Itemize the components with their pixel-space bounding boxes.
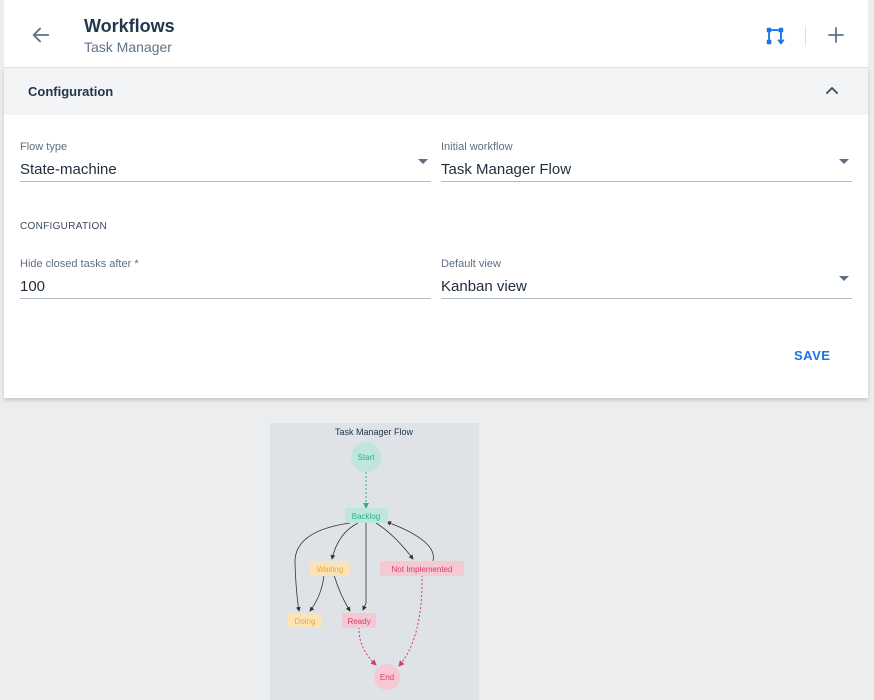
node-ready: Ready <box>342 613 376 628</box>
node-not-implemented-label: Not Implemented <box>392 565 453 574</box>
plus-icon[interactable] <box>826 25 846 45</box>
chevron-up-icon[interactable] <box>824 83 840 99</box>
edge-backlog-not-implemented <box>375 522 414 560</box>
flow-type-label: Flow type <box>20 141 68 153</box>
dropdown-arrow-icon <box>839 159 849 164</box>
edge-not-implemented-end <box>398 574 423 667</box>
dropdown-arrow-icon <box>839 276 849 281</box>
edge-backlog-waiting <box>330 522 359 560</box>
workflow-icon[interactable] <box>764 25 786 47</box>
node-doing: Doing <box>288 613 322 628</box>
hide-closed-tasks-label: Hide closed tasks after * <box>20 258 139 270</box>
node-backlog: Backlog <box>345 508 388 523</box>
node-backlog-label: Backlog <box>352 512 380 521</box>
configuration-panel-header[interactable]: Configuration <box>4 68 868 115</box>
node-doing-label: Doing <box>295 617 316 626</box>
node-waiting-label: Waiting <box>317 565 343 574</box>
flow-type-select[interactable]: Flow type State-machine <box>20 141 431 182</box>
diagram-title: Task Manager Flow <box>335 427 414 437</box>
edge-waiting-ready <box>333 574 351 612</box>
node-end: End <box>374 664 400 690</box>
default-view-label: Default view <box>441 258 501 270</box>
configuration-section-label: CONFIGURATION <box>20 221 108 232</box>
save-button[interactable]: SAVE <box>794 348 830 363</box>
page-title: Workflows <box>84 16 175 36</box>
configuration-panel: Configuration Flow type State-machine In… <box>4 68 868 398</box>
initial-workflow-label: Initial workflow <box>441 141 513 153</box>
hide-closed-tasks-value: 100 <box>20 278 46 295</box>
edge-waiting-doing <box>309 574 325 612</box>
node-ready-label: Ready <box>347 617 370 626</box>
hide-closed-tasks-input[interactable]: Hide closed tasks after * 100 <box>20 258 431 299</box>
initial-workflow-select[interactable]: Initial workflow Task Manager Flow <box>441 141 852 182</box>
default-view-select[interactable]: Default view Kanban view <box>441 258 852 299</box>
workflow-diagram: Task Manager Flow Start Backlog Waiting … <box>270 423 479 700</box>
top-bar: Workflows Task Manager <box>4 0 868 68</box>
node-start: Start <box>351 442 381 472</box>
node-not-implemented: Not Implemented <box>380 561 464 576</box>
page-subtitle: Task Manager <box>84 39 172 55</box>
node-end-label: End <box>380 673 394 682</box>
workflow-diagram-svg: Task Manager Flow Start Backlog Waiting … <box>288 427 464 690</box>
arrow-left-icon[interactable] <box>30 24 52 46</box>
flow-type-value: State-machine <box>20 161 117 178</box>
panel-title: Configuration <box>28 84 114 99</box>
default-view-value: Kanban view <box>441 278 527 295</box>
header-divider <box>805 26 806 46</box>
node-waiting: Waiting <box>310 561 350 576</box>
edge-ready-end <box>358 626 377 666</box>
dropdown-arrow-icon <box>418 159 428 164</box>
edge-backlog-ready <box>362 523 367 611</box>
initial-workflow-value: Task Manager Flow <box>441 161 572 178</box>
node-start-label: Start <box>358 453 376 462</box>
